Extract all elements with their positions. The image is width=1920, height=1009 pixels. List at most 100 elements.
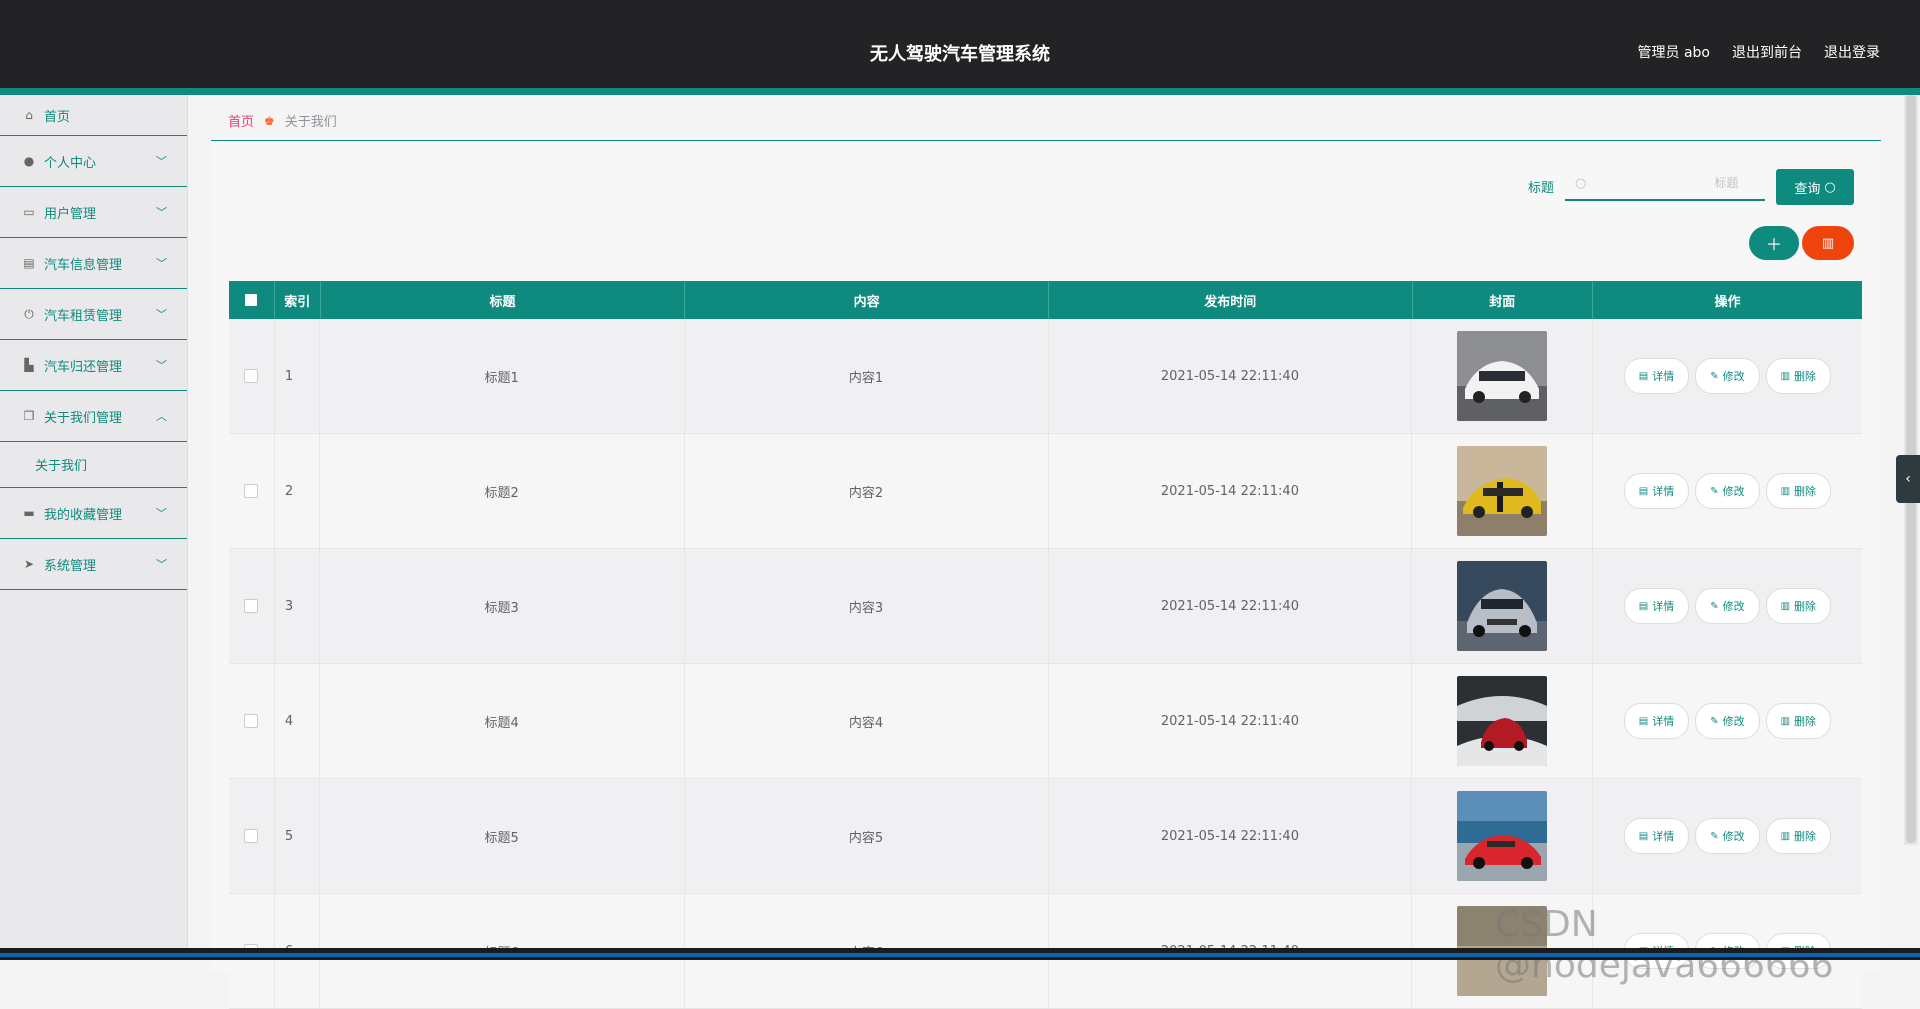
detail-button[interactable]: ▤详情 [1623, 358, 1690, 394]
detail-button[interactable]: ▤详情 [1623, 588, 1690, 624]
row-time: 2021-05-14 22:11:40 [1049, 779, 1413, 893]
row-cover-cell [1412, 319, 1593, 433]
detail-label: 详情 [1652, 370, 1675, 383]
watermark: CSDN @nodejava666666 [1495, 904, 1834, 986]
row-content: 内容2 [685, 434, 1049, 548]
column-header-time: 发布时间 [1049, 281, 1413, 319]
card-icon: ▤ [23, 256, 35, 270]
delete-label: 删除 [1794, 830, 1817, 843]
row-checkbox[interactable] [244, 714, 259, 728]
edit-button[interactable]: ✎修改 [1695, 473, 1760, 509]
delete-label: 删除 [1794, 485, 1817, 498]
delete-button[interactable]: ▥删除 [1765, 358, 1832, 394]
document-icon: ▤ [1638, 715, 1649, 727]
detail-button[interactable]: ▤详情 [1623, 703, 1690, 739]
detail-button[interactable]: ▤详情 [1623, 818, 1690, 854]
table-row: 2 标题2 内容2 2021-05-14 22:11:40 ▤ 详情 ✎ 修改 ▥ 删… [229, 434, 1862, 549]
sidebar-item-label: 个人中心 [44, 155, 97, 171]
sidebar-item-car-info[interactable]: ▤ 汽车信息管理 ﹀ [0, 238, 187, 289]
add-button[interactable]: ＋ [1749, 226, 1799, 260]
search-field[interactable]: ○ [1565, 167, 1765, 201]
sidebar-item-label: 汽车归还管理 [44, 359, 123, 375]
batch-delete-button[interactable]: ▥ [1802, 226, 1854, 260]
row-actions: ▤详情 ✎修改 ▥删除 [1593, 549, 1862, 663]
edit-button[interactable]: ✎修改 [1695, 818, 1760, 854]
row-checkbox-cell [229, 549, 275, 663]
delete-button[interactable]: ▥删除 [1765, 703, 1832, 739]
delete-button[interactable]: ▥删除 [1765, 473, 1832, 509]
breadcrumb-separator-icon: ♚ [264, 113, 275, 128]
search-input[interactable] [1586, 175, 1741, 191]
row-time: 2021-05-14 22:11:40 [1049, 434, 1413, 548]
row-checkbox[interactable] [244, 829, 259, 843]
delete-button[interactable]: ▥删除 [1765, 588, 1832, 624]
breadcrumb: 首页 ♚ 关于我们 [228, 111, 337, 131]
trash-icon: ▥ [1780, 600, 1791, 612]
sidebar-item-label: 汽车租赁管理 [44, 308, 123, 324]
trash-icon: ▥ [1821, 235, 1835, 251]
detail-button[interactable]: ▤详情 [1623, 473, 1690, 509]
collapse-panel-tab[interactable]: ‹ [1896, 455, 1920, 503]
edit-icon: ✎ [1710, 485, 1719, 497]
cover-image-silver-car [1457, 561, 1548, 651]
table-row: 5 标题5 内容5 2021-05-14 22:11:40 ▤ 详情 ✎ 修改 ▥ 删… [229, 779, 1862, 894]
row-checkbox[interactable] [244, 484, 259, 498]
edit-button[interactable]: ✎修改 [1695, 703, 1760, 739]
query-button-label: 查询 [1794, 181, 1821, 197]
select-all-checkbox[interactable] [245, 294, 258, 306]
sidebar-item-label: 汽车信息管理 [44, 257, 123, 273]
chevron-down-icon: ﹀ [156, 359, 167, 372]
row-checkbox-cell [229, 319, 275, 433]
row-cover-cell [1412, 549, 1593, 663]
breadcrumb-home[interactable]: 首页 [228, 111, 254, 130]
detail-label: 详情 [1652, 600, 1675, 613]
plus-icon: ＋ [1765, 235, 1782, 254]
to-front-link[interactable]: 退出到前台 [1732, 42, 1802, 62]
search-label: 标题 [1528, 181, 1555, 196]
sidebar-item-personal[interactable]: ● 个人中心 ﹀ [0, 136, 187, 187]
chevron-down-icon: ﹀ [156, 558, 167, 571]
row-title: 标题1 [320, 319, 685, 433]
edit-button[interactable]: ✎修改 [1695, 588, 1760, 624]
chevron-down-icon: ﹀ [156, 206, 167, 219]
sidebar-item-home[interactable]: ⌂ 首页 [0, 95, 187, 136]
row-checkbox[interactable] [244, 599, 259, 613]
trash-icon: ▥ [1780, 370, 1791, 382]
row-checkbox[interactable] [244, 369, 259, 383]
table-row: 4 标题4 内容4 2021-05-14 22:11:40 ▤ 详情 ✎ 修改 ▥ 删… [229, 664, 1862, 779]
sidebar-item-about[interactable]: ❐ 关于我们管理 ︿ [0, 391, 187, 442]
sidebar-item-car-rental[interactable]: ⏻ 汽车租赁管理 ﹀ [0, 289, 187, 340]
row-checkbox-cell [229, 664, 275, 778]
data-table: 索引 标题 内容 发布时间 封面 操作 1 标题1 内容1 2021-05-14… [229, 281, 1862, 1009]
sidebar-item-system[interactable]: ➤ 系统管理 ﹀ [0, 539, 187, 590]
search-icon: ○ [1575, 175, 1587, 191]
row-content: 内容5 [685, 779, 1049, 893]
row-actions: ▤详情 ✎修改 ▥删除 [1593, 664, 1862, 778]
row-index: 3 [275, 549, 320, 663]
column-header-actions: 操作 [1714, 294, 1741, 310]
sidebar-item-label: 系统管理 [44, 558, 97, 574]
copy-icon: ❐ [23, 409, 35, 423]
sidebar-subitem-about-us[interactable]: 关于我们 [0, 442, 187, 488]
sidebar-item-favorites[interactable]: ▬ 我的收藏管理 ﹀ [0, 488, 187, 539]
column-header-cover: 封面 [1413, 281, 1593, 319]
row-time: 2021-05-14 22:11:40 [1049, 549, 1413, 663]
delete-label: 删除 [1794, 715, 1817, 728]
row-checkbox-cell [229, 779, 275, 893]
sidebar-item-label: 我的收藏管理 [44, 507, 123, 523]
row-content: 内容4 [685, 664, 1049, 778]
search-icon: ○ [1824, 179, 1836, 195]
row-actions: ▤详情 ✎修改 ▥删除 [1593, 434, 1862, 548]
document-icon: ▤ [1638, 830, 1649, 842]
user-icon: ● [23, 154, 35, 168]
query-button[interactable]: 查询 ○ [1776, 169, 1854, 205]
sidebar-item-users[interactable]: ▭ 用户管理 ﹀ [0, 187, 187, 238]
delete-button[interactable]: ▥删除 [1765, 818, 1832, 854]
logout-link[interactable]: 退出登录 [1824, 42, 1880, 62]
sidebar-item-car-return[interactable]: ▙ 汽车归还管理 ﹀ [0, 340, 187, 391]
chevron-left-icon: ‹ [1905, 471, 1911, 487]
column-header-title: 标题 [321, 281, 686, 319]
select-all-cell[interactable] [229, 281, 275, 319]
edit-button[interactable]: ✎修改 [1695, 358, 1760, 394]
row-cover-cell [1412, 779, 1593, 893]
